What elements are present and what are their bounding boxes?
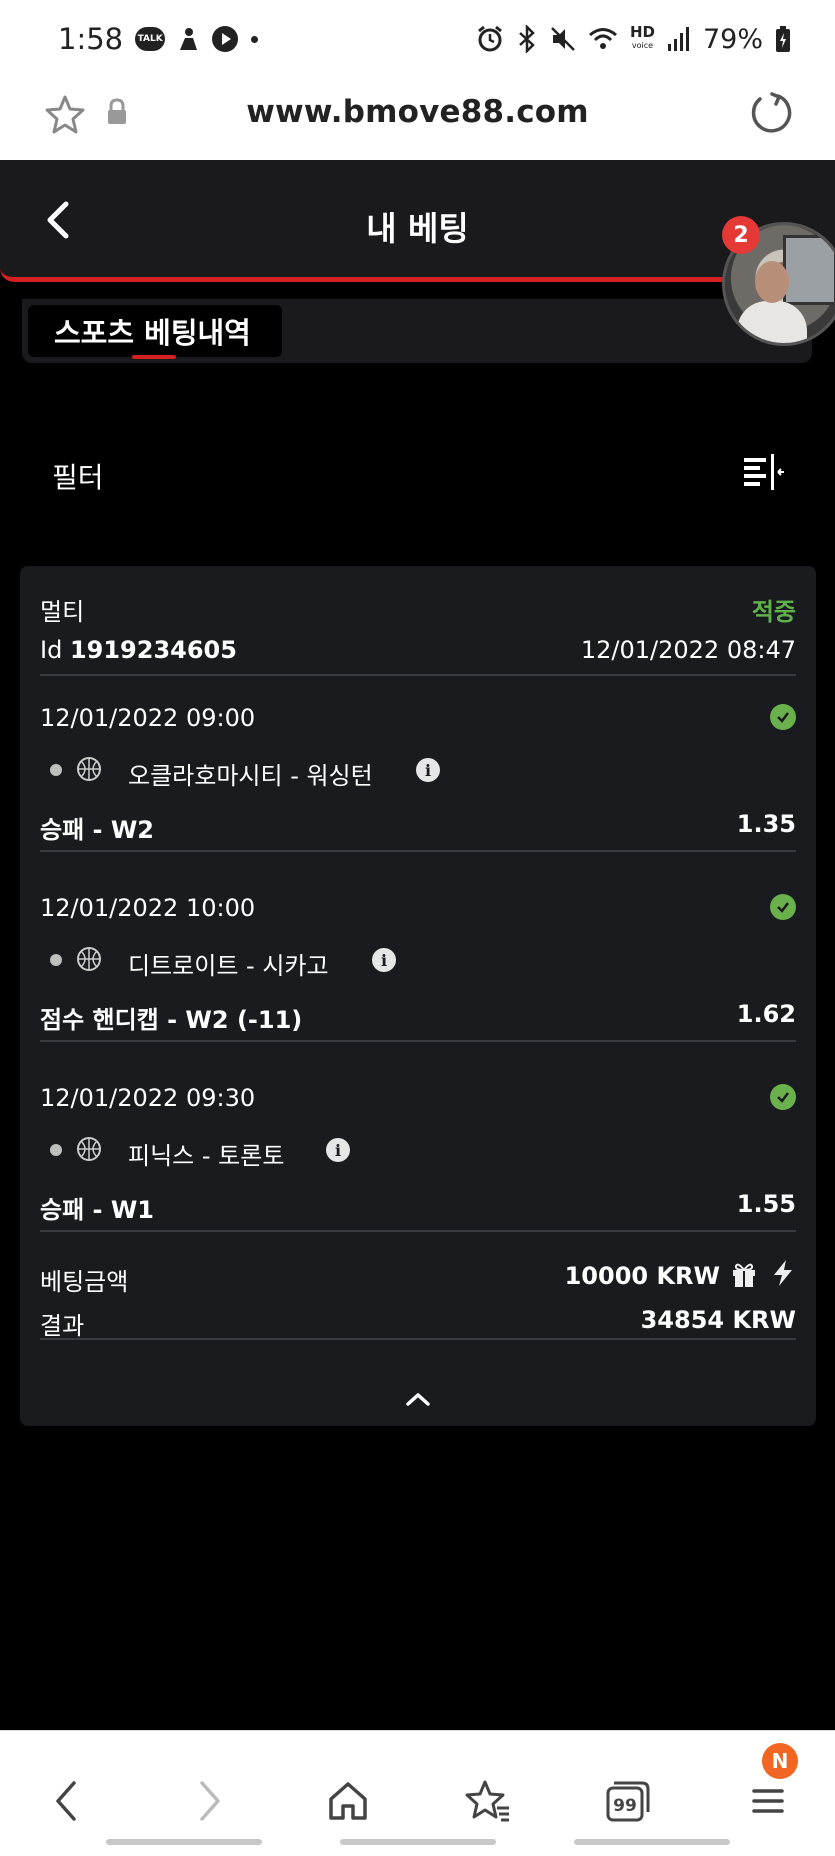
nav-menu-icon[interactable] — [742, 1775, 794, 1827]
info-icon[interactable]: i — [416, 758, 440, 782]
bet-card: 멀티 적중 Id 1919234605 12/01/2022 08:47 12/… — [20, 566, 816, 1426]
alarm-icon — [476, 25, 504, 53]
won-check-icon — [770, 704, 796, 730]
selection-datetime: 12/01/2022 10:00 — [40, 894, 256, 922]
stake-amount: 10000 KRW — [564, 1262, 720, 1290]
kakaotalk-icon: TALK — [135, 27, 166, 51]
nav-forward-icon[interactable] — [182, 1775, 234, 1827]
basketball-icon — [76, 1136, 102, 1168]
divider — [40, 674, 796, 676]
selection-match: 오클라호마시티 - 워싱턴 — [128, 762, 373, 790]
gesture-bar-center — [340, 1839, 496, 1845]
divider — [40, 850, 796, 852]
avatar-background-window — [783, 235, 835, 305]
divider — [40, 1230, 796, 1232]
info-icon[interactable]: i — [326, 1138, 350, 1162]
status-bar-left: 1:58 TALK — [58, 22, 259, 56]
selection-datetime: 12/01/2022 09:00 — [40, 704, 256, 732]
bet-id-label: Id — [40, 636, 63, 664]
nav-tabs-icon[interactable]: 99 — [602, 1775, 654, 1827]
wifi-icon — [588, 26, 618, 52]
notification-app-icon — [177, 26, 199, 52]
basketball-icon — [76, 946, 102, 978]
stake-label: 베팅금액 — [40, 1268, 129, 1296]
battery-icon — [775, 25, 791, 53]
avatar-person-body — [737, 301, 807, 343]
bet-status-badge: 적중 — [751, 598, 796, 626]
app-header: 내 베팅 — [0, 160, 835, 282]
gesture-bar-left — [106, 1839, 262, 1845]
status-time: 1:58 — [58, 22, 124, 56]
live-dot — [50, 1144, 62, 1156]
url-text[interactable]: www.bmove88.com — [0, 94, 835, 130]
nav-home-icon[interactable] — [322, 1775, 374, 1827]
bet-placed-at: 12/01/2022 08:47 — [580, 636, 796, 664]
bet-id: Id 1919234605 — [40, 636, 237, 664]
selection-odds: 1.55 — [736, 1190, 796, 1218]
selection-match: 피닉스 - 토론토 — [128, 1142, 285, 1170]
collapse-chevron-up-icon[interactable] — [400, 1386, 436, 1414]
voice-label: voice — [631, 41, 654, 50]
selection-match: 디트로이트 - 시카고 — [128, 952, 329, 980]
tab-sports-bet-history[interactable]: 스포츠 베팅내역 — [28, 305, 282, 359]
nav-bookmarks-icon[interactable] — [462, 1775, 514, 1827]
divider — [40, 1338, 796, 1340]
tab-active-underline — [132, 355, 176, 359]
selection-odds: 1.35 — [736, 810, 796, 838]
tabs-count: 99 — [613, 1796, 637, 1816]
signal-icon — [667, 26, 691, 52]
avatar-person-head — [755, 261, 789, 303]
selection-market: 점수 핸디캡 - W2 (-11) — [40, 1006, 303, 1034]
selection-datetime: 12/01/2022 09:30 — [40, 1084, 256, 1112]
lightning-icon — [770, 1258, 796, 1294]
menu-new-badge: N — [762, 1743, 798, 1779]
stake-value: 10000 KRW — [565, 1262, 720, 1290]
filter-toggle-icon[interactable] — [742, 452, 786, 496]
bluetooth-icon — [516, 25, 538, 53]
battery-percent: 79% — [702, 23, 763, 55]
won-check-icon — [770, 894, 796, 920]
tab-label: 스포츠 베팅내역 — [54, 316, 251, 350]
more-notifications-dot — [251, 35, 259, 43]
filter-label[interactable]: 필터 — [52, 456, 104, 496]
status-bar: 1:58 TALK HD voice 79% — [0, 0, 835, 78]
reload-icon[interactable] — [748, 90, 794, 140]
nav-back-icon[interactable] — [42, 1775, 94, 1827]
tab-row: 스포츠 베팅내역 — [22, 299, 812, 363]
live-dot — [50, 954, 62, 966]
won-check-icon — [770, 1084, 796, 1110]
avatar-notification-badge: 2 — [722, 216, 760, 254]
play-icon — [211, 25, 239, 53]
selection-market: 승패 - W2 — [40, 816, 155, 844]
selection-odds: 1.62 — [736, 1000, 796, 1028]
divider — [40, 1040, 796, 1042]
gesture-bar-right — [574, 1839, 730, 1845]
browser-bottom-nav: 99 N — [0, 1730, 835, 1856]
mute-icon — [550, 25, 576, 53]
basketball-icon — [76, 756, 102, 788]
selection-market: 승패 - W1 — [40, 1196, 155, 1224]
bet-id-value: 1919234605 — [69, 636, 237, 664]
page-title: 내 베팅 — [366, 209, 469, 248]
hd-voice-icon: HD voice — [630, 25, 655, 52]
bet-type: 멀티 — [40, 598, 85, 626]
result-value: 34854 KRW — [640, 1306, 796, 1334]
live-dot — [50, 764, 62, 776]
result-label: 결과 — [40, 1312, 85, 1340]
info-icon[interactable]: i — [372, 948, 396, 972]
browser-url-bar: www.bmove88.com — [0, 78, 835, 160]
status-bar-right: HD voice 79% — [476, 24, 791, 55]
gift-icon — [730, 1260, 758, 1294]
